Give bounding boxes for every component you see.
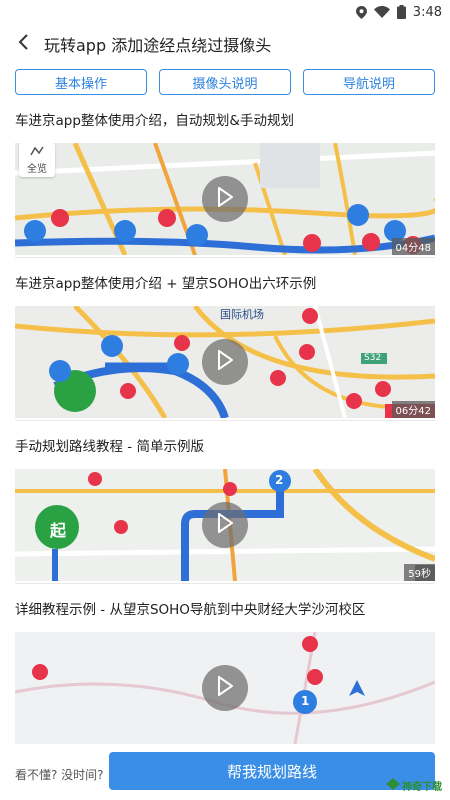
watermark-logo-icon <box>386 778 400 793</box>
video-item[interactable]: 车进京app整体使用介绍，自动规划&手动规划 全览 04分48 <box>15 95 435 258</box>
video-duration: 59秒 <box>404 564 435 581</box>
video-item[interactable]: 手动规划路线教程 - 简单示例版 起 2 59秒 <box>15 421 435 584</box>
video-thumbnail[interactable]: 1 <box>15 632 435 744</box>
play-button[interactable] <box>202 339 248 385</box>
video-item[interactable]: 车进京app整体使用介绍 + 望京SOHO出六环示例 国际机场 S32 06分4… <box>15 258 435 421</box>
play-button[interactable] <box>202 502 248 548</box>
tab-camera-guide[interactable]: 摄像头说明 <box>159 69 291 95</box>
overview-icon <box>29 145 45 160</box>
status-time: 3:48 <box>412 4 442 20</box>
bottom-bar: 看不懂? 没时间? 帮我规划路线 <box>0 748 450 800</box>
video-title: 车进京app整体使用介绍 + 望京SOHO出六环示例 <box>15 276 317 292</box>
chevron-left-icon <box>18 34 30 54</box>
video-duration: 06分42 <box>391 401 435 418</box>
play-icon <box>217 512 234 537</box>
location-icon <box>355 5 367 19</box>
video-item[interactable]: 详细教程示例 - 从望京SOHO导航到中央财经大学沙河校区 1 <box>15 584 435 746</box>
help-text: 看不懂? 没时间? <box>15 767 104 782</box>
back-button[interactable] <box>12 32 36 56</box>
play-icon <box>217 349 234 374</box>
watermark: 神奇下载 <box>386 778 442 793</box>
road-label: S32 <box>364 353 382 363</box>
app-bar: 玩转app 添加途经点绕过摄像头 <box>0 24 450 64</box>
watermark-text: 神奇下载 <box>402 782 442 793</box>
video-title: 手动规划路线教程 - 简单示例版 <box>15 439 204 455</box>
video-thumbnail[interactable]: 起 2 59秒 <box>15 469 435 581</box>
play-icon <box>217 675 234 700</box>
tab-bar: 基本操作 摄像头说明 导航说明 <box>0 64 450 95</box>
video-thumbnail[interactable]: 全览 04分48 <box>15 143 435 255</box>
play-button[interactable] <box>202 176 248 222</box>
map-label-airport: 国际机场 <box>220 308 264 321</box>
video-thumbnail[interactable]: 国际机场 S32 06分42 <box>15 306 435 418</box>
battery-icon <box>396 5 406 19</box>
page-title: 玩转app 添加途经点绕过摄像头 <box>44 36 272 55</box>
video-title: 车进京app整体使用介绍，自动规划&手动规划 <box>15 113 294 129</box>
video-title: 详细教程示例 - 从望京SOHO导航到中央财经大学沙河校区 <box>15 602 366 618</box>
play-button[interactable] <box>202 665 248 711</box>
start-marker-label: 起 <box>50 521 67 540</box>
status-bar: 3:48 <box>0 0 450 24</box>
tab-basic-operations[interactable]: 基本操作 <box>15 69 147 95</box>
step-marker-label: 2 <box>275 473 284 487</box>
wifi-icon <box>373 6 390 18</box>
play-icon <box>217 186 234 211</box>
video-duration: 04分48 <box>391 238 435 255</box>
tab-navigation-guide[interactable]: 导航说明 <box>303 69 435 95</box>
step-marker-label: 1 <box>301 694 310 708</box>
overview-label: 全览 <box>27 164 47 175</box>
video-list: 车进京app整体使用介绍，自动规划&手动规划 全览 04分48 车进京app整体… <box>0 95 450 746</box>
overview-button[interactable]: 全览 <box>19 143 55 177</box>
